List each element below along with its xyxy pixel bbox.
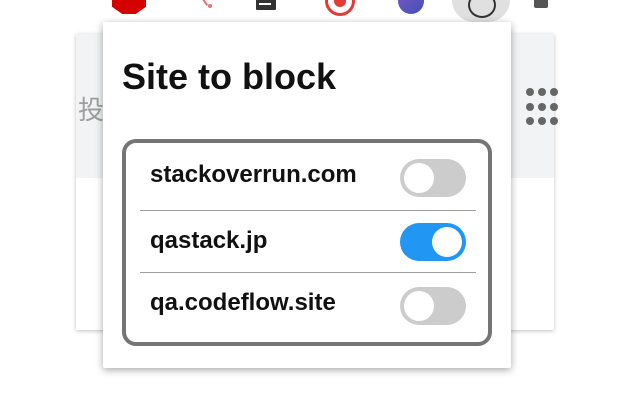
document-icon[interactable] [256, 0, 276, 10]
popup-title: Site to block [122, 56, 337, 97]
site-row-qastack: qastack.jp [140, 205, 476, 267]
block-toggle-codeflow[interactable] [400, 287, 466, 325]
block-toggle-stackoverrun[interactable] [400, 159, 466, 197]
site-label: stackoverrun.com [150, 161, 357, 188]
extension-popup: Site to block stackoverrun.com qastack.j… [103, 22, 511, 368]
toggle-knob [432, 227, 462, 257]
site-label: qastack.jp [150, 227, 268, 254]
site-label: qa.codeflow.site [150, 289, 336, 316]
apps-grid-icon[interactable] [526, 88, 558, 128]
puzzle-icon[interactable] [534, 0, 548, 8]
browser-toolbar [0, 0, 640, 22]
background-partial-text: 投 [78, 96, 105, 126]
active-extension-icon[interactable] [452, 0, 510, 22]
branch-icon[interactable] [200, 0, 214, 10]
target-icon[interactable] [325, 0, 355, 16]
stop-sign-icon[interactable] [112, 0, 146, 14]
toggle-knob [404, 291, 434, 321]
block-toggle-qastack[interactable] [400, 223, 466, 261]
toggle-knob [404, 163, 434, 193]
site-list: stackoverrun.com qastack.jp qa.codeflow.… [122, 139, 492, 346]
site-row-codeflow: qa.codeflow.site [140, 267, 476, 329]
site-row-stackoverrun: stackoverrun.com [140, 143, 476, 205]
orb-icon[interactable] [398, 0, 424, 14]
